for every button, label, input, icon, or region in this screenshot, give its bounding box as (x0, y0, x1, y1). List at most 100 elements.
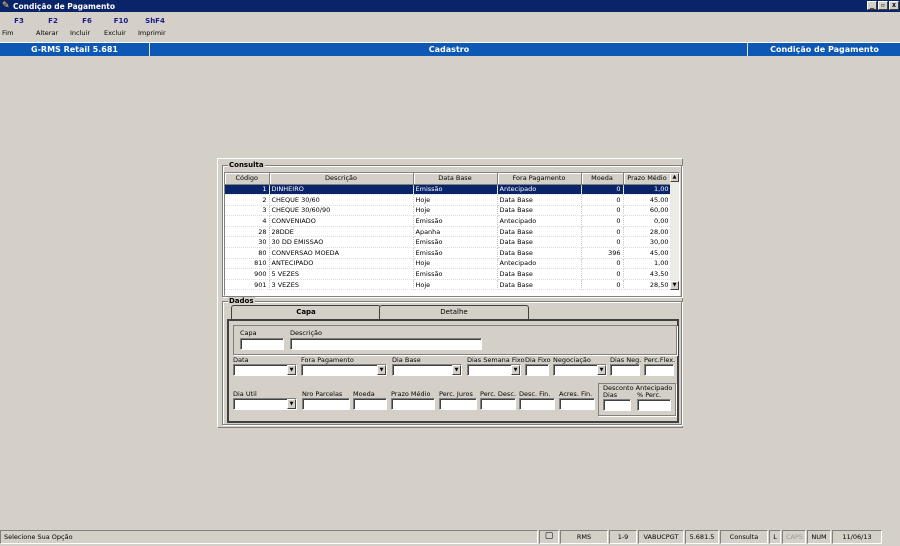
cell-descricao: CONVERSAO MOEDA (269, 247, 414, 259)
dias-neg-input[interactable] (610, 364, 640, 376)
perc-perc-input[interactable] (637, 399, 671, 411)
column-header-fora-pagamento[interactable]: Fora Pagamento (497, 173, 582, 185)
negociacao-select[interactable]: ▼ (553, 364, 607, 376)
cell-fora-pagamento: Data Base (497, 279, 582, 291)
screen-name: Condição de Pagamento (770, 45, 879, 54)
cell-data-base: Emissão (413, 184, 498, 196)
moeda-label: Moeda (353, 390, 375, 398)
cell-codigo: 30 (225, 236, 270, 249)
column-header-prazo-medio[interactable]: Prazo Médio (623, 173, 672, 185)
perc-juros-input[interactable] (439, 398, 477, 410)
clipboard-icon[interactable]: ▢ (539, 530, 559, 544)
fim-button[interactable]: F3 Fim (2, 13, 36, 41)
scroll-up-icon[interactable]: ▲ (670, 173, 679, 182)
fim-label: Fim (2, 29, 14, 37)
data-select[interactable]: ▼ (233, 364, 297, 376)
scroll-down-icon[interactable]: ▼ (670, 281, 679, 290)
cell-moeda: 0 (581, 258, 624, 270)
minimize-button[interactable]: _ (867, 1, 877, 10)
table-row[interactable]: 2 CHEQUE 30/60 Hoje Data Base 0 45,00 (225, 194, 672, 206)
dia-util-select[interactable]: ▼ (233, 398, 297, 410)
cell-data-base: Apanha (413, 226, 498, 238)
alterar-key: F2 (48, 17, 58, 25)
desconto-antecipado-section: Desconto Antecipado Dias % Perc. (598, 383, 676, 416)
data-label: Data (233, 356, 249, 364)
cell-codigo: 2 (225, 194, 270, 206)
prazo-medio-input[interactable] (391, 398, 435, 410)
dias-semana-fixo-select[interactable]: ▼ (467, 364, 521, 376)
imprimir-button[interactable]: ShF4 Imprimir (138, 13, 172, 41)
dias-input[interactable] (603, 399, 631, 411)
prazo-medio-label: Prazo Médio (391, 390, 431, 398)
cell-fora-pagamento: Data Base (497, 194, 582, 206)
tab-detalhe[interactable]: Detalhe (379, 305, 529, 319)
chevron-down-icon[interactable]: ▼ (287, 365, 296, 375)
grid-scrollbar[interactable]: ▲ ▼ (670, 173, 679, 290)
cell-data-base: Hoje (413, 194, 498, 206)
incluir-key: F6 (82, 17, 92, 25)
section-name: Cadastro (151, 43, 748, 56)
close-button[interactable]: x (889, 1, 899, 10)
status-user: RMS (560, 530, 608, 544)
table-row[interactable]: 30 30 DD EMISSAO Emissão Data Base 0 30,00 (225, 236, 672, 249)
chevron-down-icon[interactable]: ▼ (452, 365, 461, 375)
status-caps: CAPS (782, 530, 806, 544)
column-header-codigo[interactable]: Código (225, 173, 270, 185)
excluir-label: Excluir (104, 29, 126, 37)
cell-data-base: Emissão (413, 236, 498, 249)
column-header-data-base[interactable]: Data Base (413, 173, 498, 185)
cell-descricao: 28DDE (269, 226, 414, 238)
dia-fixo-input[interactable] (525, 364, 549, 376)
cell-fora-pagamento: Antecipado (497, 258, 582, 270)
moeda-input[interactable] (353, 398, 387, 410)
excluir-button[interactable]: F10 Excluir (104, 13, 138, 41)
window-titlebar: ✎ Condição de Pagamento _ ▫ x (0, 0, 900, 12)
fora-pagamento-select[interactable]: ▼ (301, 364, 387, 376)
acres-fin-input[interactable] (559, 398, 595, 410)
table-row[interactable]: 1 DINHEIRO Emissão Antecipado 0 1,00 (225, 184, 672, 196)
perc-flex-input[interactable] (644, 364, 674, 376)
cell-prazo-medio: 1,00 (623, 258, 672, 270)
column-header-descricao[interactable]: Descrição (269, 173, 414, 185)
chevron-down-icon[interactable]: ▼ (287, 399, 296, 409)
cell-fora-pagamento: Data Base (497, 247, 582, 259)
restore-button[interactable]: ▫ (878, 1, 888, 10)
cell-moeda: 396 (581, 247, 624, 259)
column-header-moeda[interactable]: Moeda (581, 173, 624, 185)
cell-fora-pagamento: Antecipado (497, 184, 582, 196)
perc-juros-label: Perc. Juros (439, 390, 473, 398)
fora-pagamento-label: Fora Pagamento (301, 356, 354, 364)
nro-parcelas-input[interactable] (302, 398, 350, 410)
incluir-button[interactable]: F6 Incluir (70, 13, 104, 41)
perc-desc-input[interactable] (480, 398, 516, 410)
table-row[interactable]: 28 28DDE Apanha Data Base 0 28,00 (225, 226, 672, 238)
cell-descricao: 30 DD EMISSAO (269, 236, 414, 249)
cell-prazo-medio: 30,00 (623, 236, 672, 249)
cell-moeda: 0 (581, 184, 624, 196)
consulta-grid[interactable]: Código Descrição Data Base Fora Pagament… (224, 172, 680, 296)
consulta-title: Consulta (228, 161, 265, 169)
desc-fin-input[interactable] (519, 398, 555, 410)
dia-base-label: Dia Base (392, 356, 421, 364)
table-row[interactable]: 80 CONVERSAO MOEDA Emissão Data Base 396 45,0… (225, 247, 672, 259)
chevron-down-icon[interactable]: ▼ (597, 365, 606, 375)
dia-base-select[interactable]: ▼ (392, 364, 462, 376)
table-row[interactable]: 900 5 VEZES Emissão Data Base 0 43,50 (225, 268, 672, 280)
capa-input[interactable] (240, 338, 284, 350)
alterar-button[interactable]: F2 Alterar (36, 13, 70, 41)
cell-fora-pagamento: Data Base (497, 236, 582, 249)
descricao-input[interactable] (290, 338, 482, 350)
cell-prazo-medio: 43,50 (623, 268, 672, 280)
chevron-down-icon[interactable]: ▼ (511, 365, 520, 375)
tab-capa[interactable]: Capa (231, 305, 381, 320)
cell-data-base: Hoje (413, 205, 498, 217)
table-row[interactable]: 810 ANTECIPADO Hoje Antecipado 0 1,00 (225, 258, 672, 270)
chevron-down-icon[interactable]: ▼ (377, 365, 386, 375)
status-num: NUM (807, 530, 831, 544)
cell-codigo: 80 (225, 247, 270, 259)
cell-data-base: Emissão (413, 268, 498, 280)
table-row[interactable]: 3 CHEQUE 30/60/90 Hoje Data Base 0 60,00 (225, 205, 672, 217)
table-row[interactable]: 4 CONVENIADO Emissão Antecipado 0 0,00 (225, 215, 672, 227)
table-row[interactable]: 901 3 VEZES Hoje Data Base 0 28,50 (225, 279, 672, 291)
status-mode: Consulta (720, 530, 768, 544)
